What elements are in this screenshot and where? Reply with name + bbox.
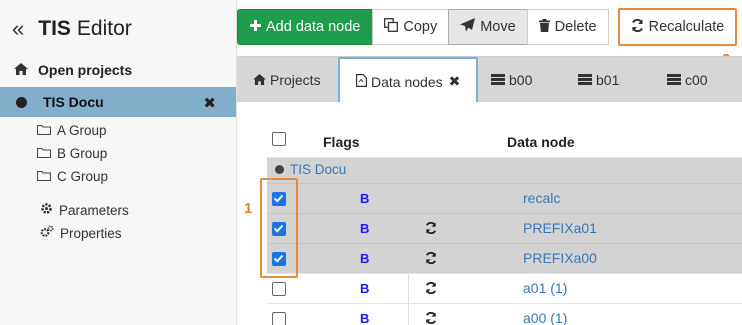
project-row-label: TIS Docu — [275, 162, 346, 177]
sidebar-item-open-projects[interactable]: Open projects — [14, 62, 132, 78]
project-dot-icon — [275, 165, 284, 174]
data-node-link[interactable]: a00 (1) — [523, 310, 567, 325]
sidebar-item-group-b[interactable]: B Group — [37, 146, 107, 161]
tab-c00-label: c00 — [685, 72, 708, 88]
table-row[interactable]: B recalc — [267, 183, 742, 213]
folder-icon — [37, 123, 57, 138]
app-title-strong: TIS — [38, 17, 71, 40]
select-all-checkbox[interactable] — [272, 132, 286, 146]
group-label: B Group — [57, 146, 108, 161]
brand: « TIS Editor — [12, 14, 132, 44]
copy-icon — [384, 18, 403, 36]
parameters-label: Parameters — [59, 202, 129, 218]
gear-icon — [40, 202, 59, 218]
sidebar-item-parameters[interactable]: Parameters — [40, 202, 129, 218]
flag-badge: B — [360, 251, 370, 266]
group-label: A Group — [57, 123, 107, 138]
refresh-icon — [425, 311, 437, 325]
data-node-link[interactable]: recalc — [523, 190, 560, 206]
delete-button[interactable]: Delete — [526, 9, 609, 45]
server-icon — [578, 72, 596, 88]
recalculate-button[interactable]: Recalculate — [617, 8, 738, 46]
flag-badge: B — [360, 221, 370, 236]
callout-1: 1 — [244, 200, 253, 217]
delete-label: Delete — [554, 19, 597, 35]
tab-b01[interactable]: b01 — [578, 57, 619, 103]
column-divider — [408, 274, 409, 303]
sidebar-item-properties[interactable]: Properties — [40, 225, 122, 241]
add-data-node-button[interactable]: Add data node — [237, 9, 374, 45]
tab-b00[interactable]: b00 — [491, 57, 532, 103]
refresh-icon — [631, 18, 649, 36]
open-projects-label: Open projects — [38, 62, 133, 78]
app-title-rest: Editor — [76, 17, 132, 40]
sidebar-item-group-a[interactable]: A Group — [37, 123, 107, 138]
table-row[interactable]: B a00 (1) — [267, 303, 742, 325]
sidebar: « TIS Editor Open projects TIS Docu ✖ A … — [0, 0, 237, 325]
table-row[interactable]: B PREFIXa00 — [267, 243, 742, 273]
row-checkbox[interactable] — [272, 282, 286, 296]
close-tab-icon[interactable]: ✖ — [449, 73, 461, 90]
home-icon — [14, 62, 38, 78]
copy-label: Copy — [403, 19, 438, 35]
project-row[interactable]: TIS Docu — [267, 157, 742, 183]
sidebar-item-group-c[interactable]: C Group — [37, 169, 108, 184]
tab-projects-label: Projects — [270, 72, 321, 88]
folder-icon — [37, 146, 57, 161]
refresh-icon — [425, 251, 437, 269]
table-row[interactable]: B PREFIXa01 — [267, 213, 742, 243]
data-node-link[interactable]: a01 (1) — [523, 280, 567, 296]
data-node-link[interactable]: PREFIXa01 — [523, 220, 597, 236]
folder-icon — [37, 169, 57, 184]
home-icon — [253, 72, 270, 88]
refresh-icon — [425, 281, 437, 299]
flag-badge: B — [360, 191, 370, 206]
server-icon — [491, 72, 509, 88]
header-flags: Flags — [323, 134, 360, 150]
column-divider — [408, 304, 409, 325]
tab-projects[interactable]: Projects — [253, 57, 321, 103]
header-data-node: Data node — [507, 134, 575, 150]
gears-icon — [40, 225, 60, 241]
tab-b01-label: b01 — [596, 72, 620, 88]
close-project-icon[interactable]: ✖ — [203, 94, 216, 112]
table-row[interactable]: B a01 (1) — [267, 273, 742, 303]
project-dot-icon — [16, 96, 27, 108]
flag-badge: B — [360, 281, 370, 296]
data-node-link[interactable]: PREFIXa00 — [523, 250, 597, 266]
collapse-sidebar-button[interactable]: « — [12, 18, 24, 40]
copy-button[interactable]: Copy — [372, 9, 450, 45]
server-icon — [667, 72, 685, 88]
row-checkbox[interactable] — [272, 312, 286, 325]
project-label: TIS Docu — [43, 94, 104, 110]
recalculate-label: Recalculate — [648, 19, 725, 35]
sidebar-item-project[interactable]: TIS Docu ✖ — [0, 87, 236, 117]
data-nodes-panel: Flags Data node TIS Docu B recalc B PREF… — [237, 102, 742, 325]
tab-data-nodes-label: Data nodes — [371, 73, 443, 90]
group-label: C Group — [57, 169, 109, 184]
toolbar: Add data node Copy Move Delete Recalcula… — [237, 8, 738, 47]
trash-icon — [538, 18, 555, 36]
plus-icon — [250, 19, 266, 35]
add-data-node-label: Add data node — [266, 19, 361, 35]
table-header: Flags Data node — [267, 130, 742, 154]
paper-plane-icon — [460, 18, 480, 36]
properties-label: Properties — [60, 225, 122, 241]
tab-b00-label: b00 — [509, 72, 533, 88]
tab-data-nodes[interactable]: Data nodes ✖ — [338, 57, 479, 104]
move-label: Move — [480, 19, 516, 35]
tab-c00[interactable]: c00 — [667, 57, 708, 103]
move-button[interactable]: Move — [448, 9, 528, 45]
app-root: « TIS Editor Open projects TIS Docu ✖ A … — [0, 0, 742, 325]
checkbox-highlight-box — [260, 178, 298, 278]
refresh-icon — [425, 221, 437, 239]
project-row-text: TIS Docu — [290, 162, 347, 177]
tab-bar: Projects Data nodes ✖ b00 b01 c00 — [237, 56, 742, 104]
file-icon — [356, 73, 371, 90]
flag-badge: B — [360, 311, 370, 325]
